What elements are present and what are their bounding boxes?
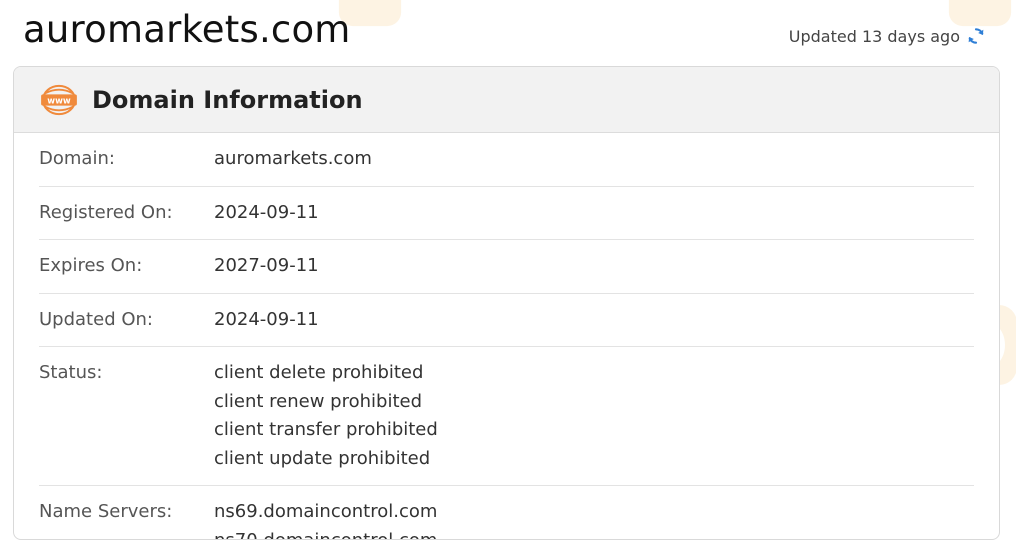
row-label: Updated On: — [39, 308, 153, 330]
row-domain: Domain: auromarkets.com — [39, 133, 974, 187]
status-value: client transfer prohibited — [214, 419, 438, 440]
domain-info-list: Domain: auromarkets.com Registered On: 2… — [14, 133, 999, 540]
row-label: Name Servers: — [39, 501, 173, 522]
row-value: ns69.domaincontrol.com ns70.domaincontro… — [214, 498, 438, 540]
status-value: client update prohibited — [214, 447, 431, 469]
row-label: Status: — [39, 362, 103, 383]
domain-value: auromarkets.com — [214, 148, 372, 169]
name-server-value: ns69.domaincontrol.com — [214, 501, 438, 522]
row-status: Status: client delete prohibited client … — [39, 347, 974, 486]
row-updated-on: Updated On: 2024-09-11 — [39, 294, 974, 347]
updated-status: Updated 13 days ago — [789, 26, 986, 46]
page-title: auromarkets.com — [23, 8, 351, 51]
refresh-icon[interactable] — [966, 26, 986, 46]
row-label: Domain: — [39, 148, 115, 169]
name-server-value: ns70.domaincontrol.com — [214, 529, 438, 540]
www-icon: www — [41, 84, 77, 115]
svg-text:www: www — [47, 95, 71, 105]
row-registered-on: Registered On: 2024-09-11 — [39, 187, 974, 240]
row-label: Expires On: — [39, 255, 143, 276]
row-value: client delete prohibited client renew pr… — [214, 359, 438, 473]
updated-value: 2024-09-11 — [214, 308, 319, 330]
status-value: client delete prohibited — [214, 362, 424, 383]
card-header: www Domain Information — [14, 67, 999, 133]
row-value: 2024-09-11 — [214, 199, 319, 228]
status-value: client renew prohibited — [214, 390, 423, 412]
row-name-servers: Name Servers: ns69.domaincontrol.com ns7… — [39, 486, 974, 540]
row-expires-on: Expires On: 2027-09-11 — [39, 240, 974, 294]
expires-value: 2027-09-11 — [214, 255, 319, 276]
card-title: Domain Information — [92, 85, 363, 114]
row-value: 2024-09-11 — [214, 306, 319, 335]
row-value: 2027-09-11 — [214, 252, 319, 281]
domain-info-card: www Domain Information Domain: auromarke… — [13, 66, 1000, 540]
updated-text: Updated 13 days ago — [788, 26, 960, 46]
row-label: Registered On: — [39, 201, 173, 223]
registered-value: 2024-09-11 — [214, 201, 319, 223]
page-header: auromarkets.com Updated 13 days ago — [0, 0, 1016, 66]
row-value: auromarkets.com — [214, 145, 372, 174]
